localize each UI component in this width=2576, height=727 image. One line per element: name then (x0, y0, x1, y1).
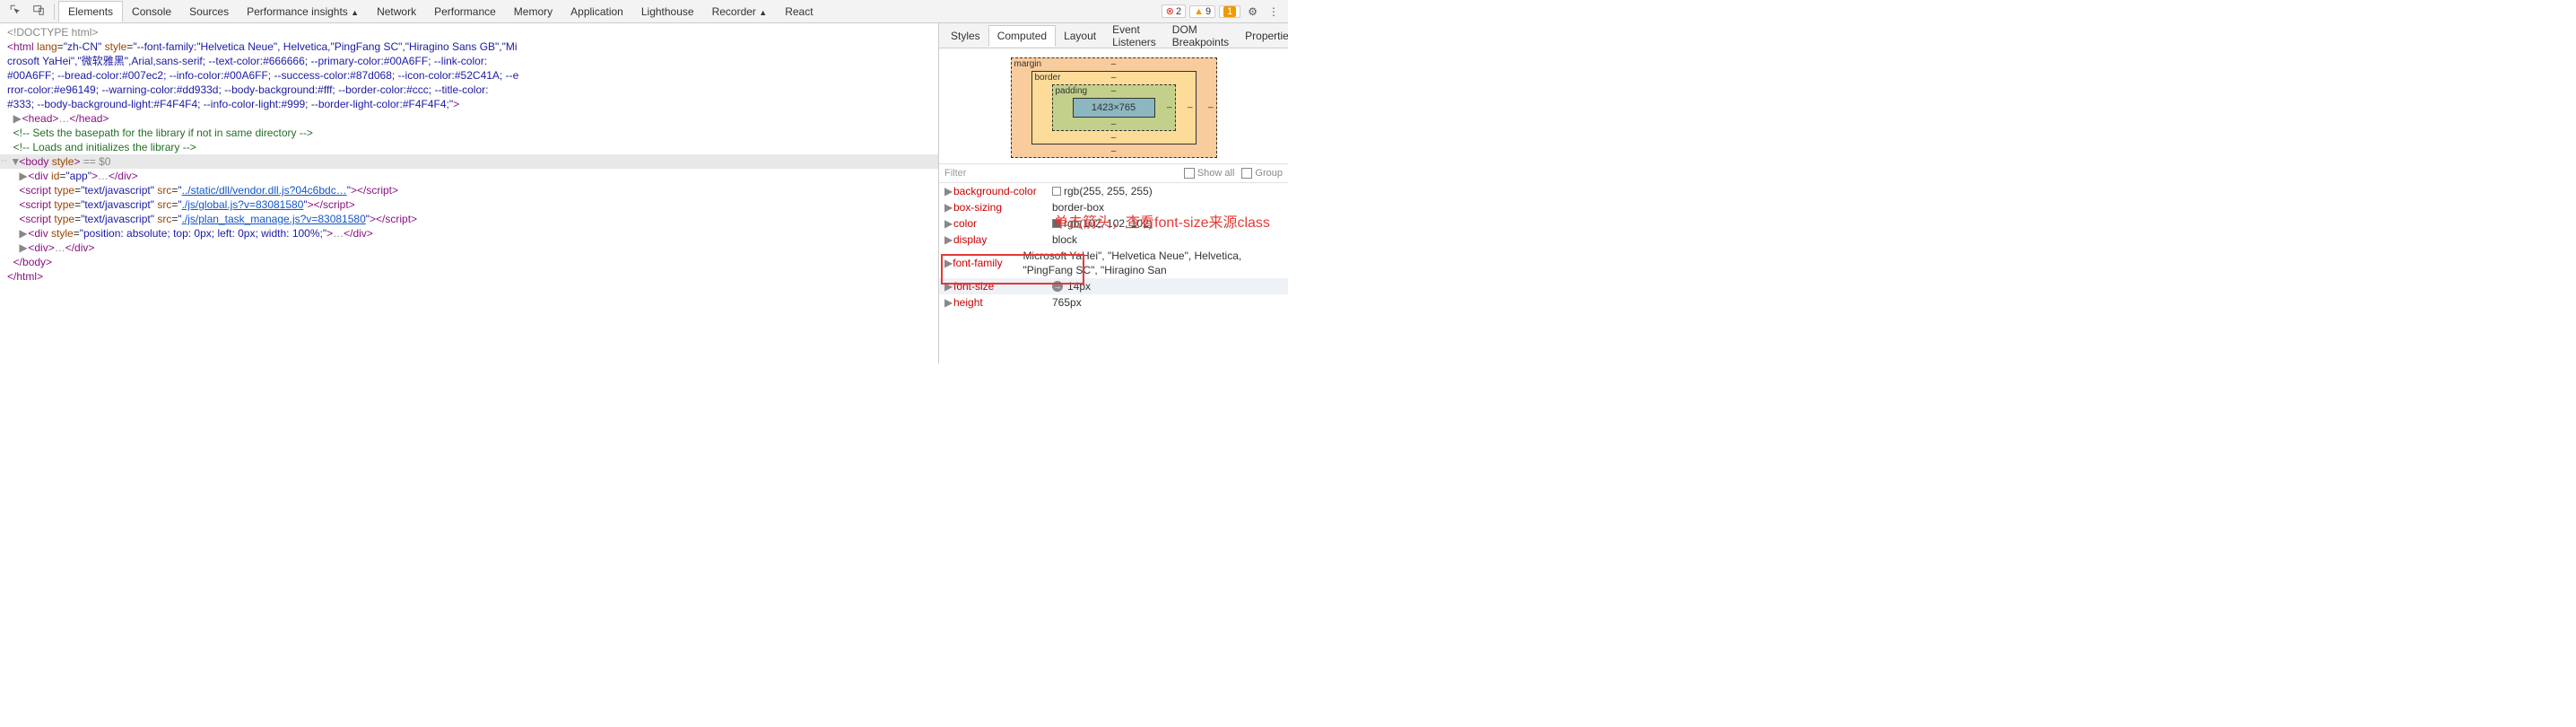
prop-name: font-size (953, 279, 1052, 293)
side-tab-layout[interactable]: Layout (1056, 26, 1104, 46)
expand-arrow-icon[interactable]: ▶ (944, 295, 953, 310)
computed-filter-row: Filter Show all Group (939, 163, 1288, 183)
html-style-l2: crosoft YaHei","微软雅黑",Arial,sans-serif; … (7, 55, 487, 67)
expand-arrow-icon[interactable]: ▶ (944, 279, 953, 293)
prop-name: background-color (953, 184, 1052, 198)
prop-name: display (953, 232, 1052, 247)
html-close: </html> (7, 270, 43, 283)
prop-value: rgb(102, 102, 102) (1052, 216, 1153, 231)
tab-react[interactable]: React (776, 2, 822, 22)
tab-elements[interactable]: Elements (58, 1, 123, 22)
prop-value: border-box (1052, 200, 1104, 215)
separator (54, 4, 55, 20)
tab-console[interactable]: Console (123, 2, 180, 22)
prop-value: block (1052, 232, 1077, 247)
html-style-l3: #00A6FF; --bread-color:#007ec2; --info-c… (7, 69, 518, 82)
prop-name: font-family (953, 256, 1023, 270)
show-all-checkbox[interactable]: Show all (1184, 168, 1235, 179)
error-badge[interactable]: ⊗2 (1162, 4, 1186, 18)
message-badge[interactable]: 1 (1219, 5, 1240, 18)
script-1-link[interactable]: ../static/dll/vendor.dll.js?04c6bdc… (182, 184, 347, 197)
side-tab-styles[interactable]: Styles (943, 26, 988, 46)
elements-tree[interactable]: <!DOCTYPE html> <html lang="zh-CN" style… (0, 23, 938, 364)
prop-value: →14px (1052, 279, 1091, 293)
warning-badge[interactable]: ▲9 (1189, 5, 1215, 18)
expand-arrow-icon[interactable]: ▶ (944, 184, 953, 198)
go-to-source-icon[interactable]: → (1052, 281, 1063, 292)
body-element-selected[interactable]: ⋯ ▼<body style> == $0 (0, 154, 938, 169)
script-3-link[interactable]: ./js/plan_task_manage.js?v=83081580 (182, 213, 366, 225)
tab-recorder[interactable]: Recorder ▲ (703, 2, 777, 22)
body-close: </body> (13, 256, 52, 268)
expand-arrow-icon[interactable]: ▶ (944, 232, 953, 247)
doctype-line: <!DOCTYPE html> (7, 26, 98, 39)
computed-prop-background-color[interactable]: ▶background-colorrgb(255, 255, 255) (939, 183, 1288, 199)
prop-value: Microsoft YaHei", "Helvetica Neue", Helv… (1023, 249, 1283, 277)
color-swatch-icon (1052, 187, 1061, 196)
tab-performance[interactable]: Performance (425, 2, 505, 22)
html-style-l4: rror-color:#e96149; --warning-color:#dd9… (7, 83, 488, 96)
inspect-icon[interactable] (4, 4, 27, 19)
color-swatch-icon (1052, 219, 1061, 228)
devtools-top-tabs: Elements Console Sources Performance ins… (0, 0, 1288, 23)
computed-prop-font-size[interactable]: ▶font-size→14px (939, 278, 1288, 294)
computed-prop-display[interactable]: ▶displayblock (939, 232, 1288, 248)
prop-value: 765px (1052, 295, 1082, 310)
more-icon[interactable]: ⋮ (1263, 5, 1284, 18)
side-tab-dom-breakpoints[interactable]: DOM Breakpoints (1164, 23, 1237, 52)
side-tab-properties[interactable]: Properties (1237, 26, 1288, 46)
expand-arrow-icon[interactable]: ▶ (944, 200, 953, 215)
prop-value: rgb(255, 255, 255) (1052, 184, 1153, 198)
tab-memory[interactable]: Memory (505, 2, 561, 22)
tab-sources[interactable]: Sources (180, 2, 238, 22)
filter-input[interactable]: Filter (944, 168, 966, 179)
settings-icon[interactable]: ⚙ (1242, 5, 1263, 18)
box-model-padding-label: padding (1056, 86, 1088, 96)
tab-application[interactable]: Application (561, 2, 632, 22)
group-checkbox[interactable]: Group (1241, 168, 1283, 179)
prop-name: box-sizing (953, 200, 1052, 215)
side-tab-computed[interactable]: Computed (988, 25, 1056, 47)
side-tab-event-listeners[interactable]: Event Listeners (1104, 23, 1164, 52)
comment-1: <!-- Sets the basepath for the library i… (13, 127, 313, 139)
box-model-margin-label: margin (1014, 59, 1042, 69)
prop-name: height (953, 295, 1052, 310)
computed-prop-height[interactable]: ▶height765px (939, 294, 1288, 311)
tab-network[interactable]: Network (368, 2, 425, 22)
computed-prop-color[interactable]: ▶colorrgb(102, 102, 102) (939, 215, 1288, 232)
script-2-link[interactable]: ./js/global.js?v=83081580 (182, 198, 304, 211)
computed-properties-list[interactable]: 单击箭头，查看font-size来源class ▶background-colo… (939, 183, 1288, 364)
device-toggle-icon[interactable] (27, 4, 50, 19)
box-model: margin – – – border – – – padding – – – (939, 48, 1288, 163)
comment-2: <!-- Loads and initializes the library -… (13, 141, 196, 153)
expand-arrow-icon[interactable]: ▶ (944, 256, 953, 270)
expand-arrow-icon[interactable]: ▶ (944, 216, 953, 231)
box-model-content: 1423×765 (1073, 98, 1155, 118)
side-tabs: Styles Computed Layout Event Listeners D… (939, 23, 1288, 48)
styles-side-panel: Styles Computed Layout Event Listeners D… (938, 23, 1288, 364)
box-model-border-label: border (1035, 73, 1061, 83)
computed-prop-box-sizing[interactable]: ▶box-sizingborder-box (939, 199, 1288, 215)
tab-lighthouse[interactable]: Lighthouse (632, 2, 703, 22)
tab-performance-insights[interactable]: Performance insights ▲ (238, 2, 368, 22)
computed-prop-font-family[interactable]: ▶font-familyMicrosoft YaHei", "Helvetica… (939, 248, 1288, 278)
prop-name: color (953, 216, 1052, 231)
